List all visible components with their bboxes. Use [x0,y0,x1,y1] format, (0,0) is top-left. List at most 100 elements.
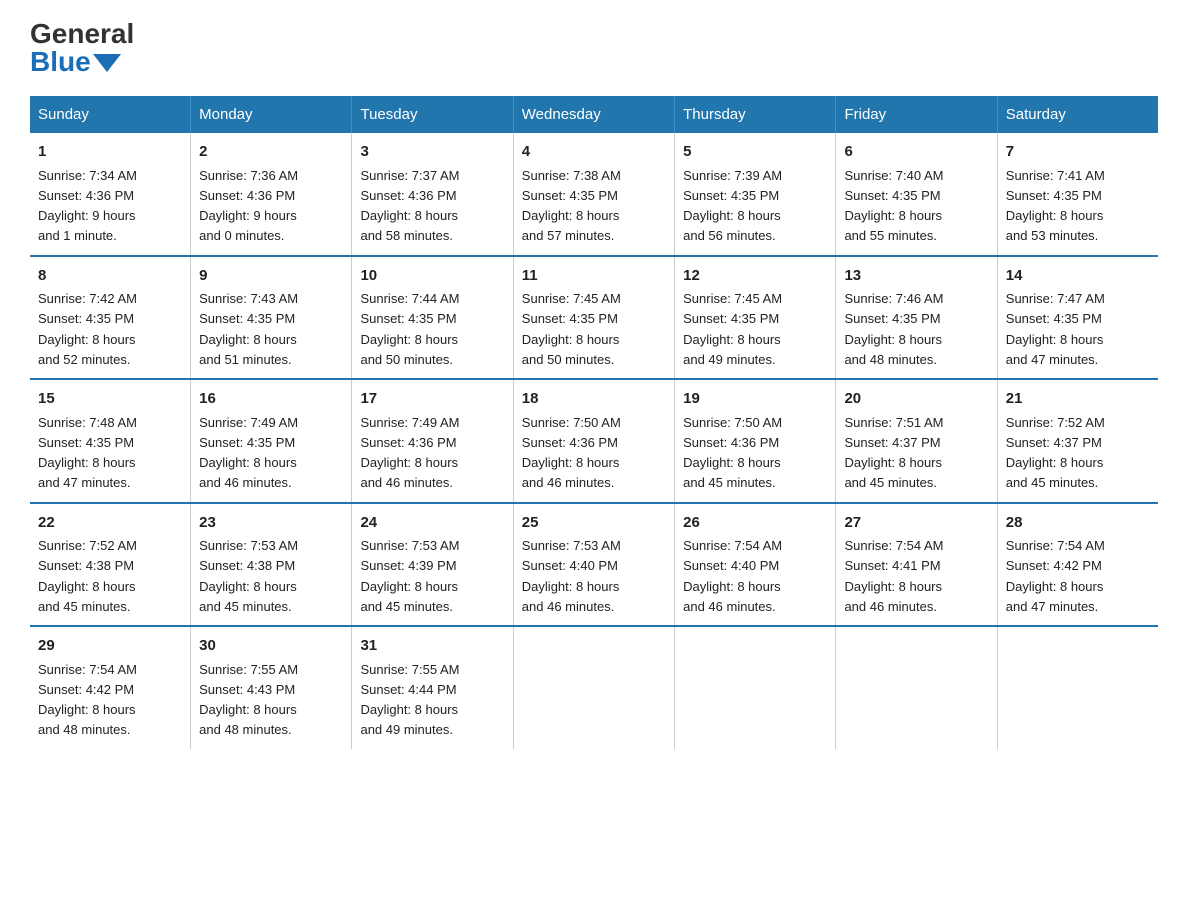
week-row-3: 15Sunrise: 7:48 AMSunset: 4:35 PMDayligh… [30,379,1158,503]
weekday-header-tuesday: Tuesday [352,96,513,133]
day-info: Sunrise: 7:55 AMSunset: 4:44 PMDaylight:… [360,662,459,738]
day-number: 22 [38,512,182,535]
day-info: Sunrise: 7:47 AMSunset: 4:35 PMDaylight:… [1006,291,1105,367]
calendar-cell: 20 Sunrise: 7:51 AMSunset: 4:37 PMDayligh… [836,379,997,503]
day-number: 30 [199,635,343,658]
day-number: 12 [683,265,827,288]
calendar-cell: 29 Sunrise: 7:54 AMSunset: 4:42 PMDayligh… [30,626,191,749]
week-row-4: 22 Sunrise: 7:52 AMSunset: 4:38 PMDayligh… [30,503,1158,627]
week-row-5: 29 Sunrise: 7:54 AMSunset: 4:42 PMDayligh… [30,626,1158,749]
weekday-header-wednesday: Wednesday [513,96,674,133]
day-info: Sunrise: 7:43 AMSunset: 4:35 PMDaylight:… [199,291,298,367]
day-info: Sunrise: 7:38 AMSunset: 4:35 PMDaylight:… [522,168,621,244]
day-number: 7 [1006,141,1150,164]
day-info: Sunrise: 7:53 AMSunset: 4:38 PMDaylight:… [199,538,298,614]
calendar-cell: 2 Sunrise: 7:36 AMSunset: 4:36 PMDaylight… [191,133,352,256]
calendar-cell: 31Sunrise: 7:55 AMSunset: 4:44 PMDayligh… [352,626,513,749]
day-number: 9 [199,265,343,288]
day-number: 23 [199,512,343,535]
day-number: 4 [522,141,666,164]
weekday-header-row: SundayMondayTuesdayWednesdayThursdayFrid… [30,96,1158,133]
day-number: 8 [38,265,182,288]
calendar-cell: 27 Sunrise: 7:54 AMSunset: 4:41 PMDayligh… [836,503,997,627]
day-number: 29 [38,635,182,658]
day-info: Sunrise: 7:50 AMSunset: 4:36 PMDaylight:… [683,415,782,491]
day-number: 20 [844,388,988,411]
day-number: 13 [844,265,988,288]
day-info: Sunrise: 7:34 AMSunset: 4:36 PMDaylight:… [38,168,137,244]
calendar-cell [675,626,836,749]
day-number: 18 [522,388,666,411]
day-info: Sunrise: 7:41 AMSunset: 4:35 PMDaylight:… [1006,168,1105,244]
calendar-cell: 14 Sunrise: 7:47 AMSunset: 4:35 PMDayligh… [997,256,1158,380]
calendar-cell: 6Sunrise: 7:40 AMSunset: 4:35 PMDaylight… [836,133,997,256]
calendar-table: SundayMondayTuesdayWednesdayThursdayFrid… [30,96,1158,749]
calendar-cell: 13 Sunrise: 7:46 AMSunset: 4:35 PMDayligh… [836,256,997,380]
calendar-cell: 17Sunrise: 7:49 AMSunset: 4:36 PMDayligh… [352,379,513,503]
day-number: 28 [1006,512,1150,535]
day-info: Sunrise: 7:49 AMSunset: 4:35 PMDaylight:… [199,415,298,491]
logo-triangle-icon [93,54,121,72]
calendar-cell: 26 Sunrise: 7:54 AMSunset: 4:40 PMDayligh… [675,503,836,627]
calendar-cell: 22 Sunrise: 7:52 AMSunset: 4:38 PMDayligh… [30,503,191,627]
day-number: 3 [360,141,504,164]
day-info: Sunrise: 7:51 AMSunset: 4:37 PMDaylight:… [844,415,943,491]
week-row-2: 8 Sunrise: 7:42 AMSunset: 4:35 PMDaylight… [30,256,1158,380]
day-number: 27 [844,512,988,535]
day-number: 10 [360,265,504,288]
page-header: General Blue [30,20,1158,76]
day-info: Sunrise: 7:54 AMSunset: 4:40 PMDaylight:… [683,538,782,614]
logo-general-text: General [30,20,134,48]
calendar-cell: 3 Sunrise: 7:37 AMSunset: 4:36 PMDaylight… [352,133,513,256]
calendar-cell: 16 Sunrise: 7:49 AMSunset: 4:35 PMDayligh… [191,379,352,503]
day-number: 19 [683,388,827,411]
day-number: 24 [360,512,504,535]
weekday-header-saturday: Saturday [997,96,1158,133]
day-info: Sunrise: 7:53 AMSunset: 4:40 PMDaylight:… [522,538,621,614]
day-number: 14 [1006,265,1150,288]
day-number: 25 [522,512,666,535]
day-info: Sunrise: 7:42 AMSunset: 4:35 PMDaylight:… [38,291,137,367]
day-info: Sunrise: 7:39 AMSunset: 4:35 PMDaylight:… [683,168,782,244]
day-info: Sunrise: 7:45 AMSunset: 4:35 PMDaylight:… [683,291,782,367]
day-info: Sunrise: 7:52 AMSunset: 4:38 PMDaylight:… [38,538,137,614]
day-info: Sunrise: 7:49 AMSunset: 4:36 PMDaylight:… [360,415,459,491]
day-number: 26 [683,512,827,535]
calendar-cell [997,626,1158,749]
day-number: 1 [38,141,182,164]
day-info: Sunrise: 7:54 AMSunset: 4:42 PMDaylight:… [38,662,137,738]
day-info: Sunrise: 7:45 AMSunset: 4:35 PMDaylight:… [522,291,621,367]
day-number: 2 [199,141,343,164]
weekday-header-sunday: Sunday [30,96,191,133]
calendar-cell: 21 Sunrise: 7:52 AMSunset: 4:37 PMDayligh… [997,379,1158,503]
calendar-cell: 19 Sunrise: 7:50 AMSunset: 4:36 PMDayligh… [675,379,836,503]
day-info: Sunrise: 7:37 AMSunset: 4:36 PMDaylight:… [360,168,459,244]
calendar-cell: 5Sunrise: 7:39 AMSunset: 4:35 PMDaylight… [675,133,836,256]
calendar-cell: 1 Sunrise: 7:34 AMSunset: 4:36 PMDaylight… [30,133,191,256]
calendar-cell: 18 Sunrise: 7:50 AMSunset: 4:36 PMDayligh… [513,379,674,503]
weekday-header-thursday: Thursday [675,96,836,133]
week-row-1: 1 Sunrise: 7:34 AMSunset: 4:36 PMDaylight… [30,133,1158,256]
calendar-cell: 7 Sunrise: 7:41 AMSunset: 4:35 PMDaylight… [997,133,1158,256]
day-info: Sunrise: 7:50 AMSunset: 4:36 PMDaylight:… [522,415,621,491]
day-info: Sunrise: 7:53 AMSunset: 4:39 PMDaylight:… [360,538,459,614]
day-number: 21 [1006,388,1150,411]
calendar-cell: 12 Sunrise: 7:45 AMSunset: 4:35 PMDayligh… [675,256,836,380]
logo: General Blue [30,20,134,76]
calendar-cell: 9 Sunrise: 7:43 AMSunset: 4:35 PMDaylight… [191,256,352,380]
weekday-header-friday: Friday [836,96,997,133]
logo-blue-text: Blue [30,48,121,76]
weekday-header-monday: Monday [191,96,352,133]
day-number: 6 [844,141,988,164]
calendar-cell: 28 Sunrise: 7:54 AMSunset: 4:42 PMDayligh… [997,503,1158,627]
day-info: Sunrise: 7:36 AMSunset: 4:36 PMDaylight:… [199,168,298,244]
day-info: Sunrise: 7:54 AMSunset: 4:41 PMDaylight:… [844,538,943,614]
calendar-cell: 23 Sunrise: 7:53 AMSunset: 4:38 PMDayligh… [191,503,352,627]
calendar-cell: 30Sunrise: 7:55 AMSunset: 4:43 PMDayligh… [191,626,352,749]
day-number: 16 [199,388,343,411]
day-info: Sunrise: 7:46 AMSunset: 4:35 PMDaylight:… [844,291,943,367]
calendar-cell: 24 Sunrise: 7:53 AMSunset: 4:39 PMDayligh… [352,503,513,627]
day-info: Sunrise: 7:54 AMSunset: 4:42 PMDaylight:… [1006,538,1105,614]
day-info: Sunrise: 7:52 AMSunset: 4:37 PMDaylight:… [1006,415,1105,491]
calendar-cell: 15Sunrise: 7:48 AMSunset: 4:35 PMDayligh… [30,379,191,503]
